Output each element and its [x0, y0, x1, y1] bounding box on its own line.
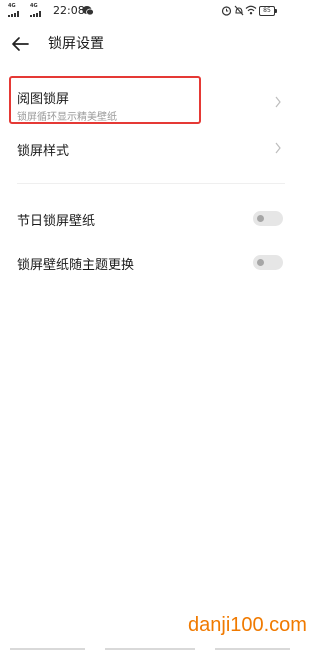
holiday-wallpaper-toggle[interactable] [253, 211, 283, 226]
section-divider [17, 183, 285, 184]
signal-2-label: 4G [30, 3, 38, 9]
battery-icon: 85 [259, 6, 277, 16]
signal-1-icon [8, 11, 19, 17]
app-header: 锁屏设置 [0, 22, 300, 66]
menu-item-title: 锁屏样式 [17, 144, 70, 159]
setting-row-theme-wallpaper: 锁屏壁纸随主题更换 [0, 246, 300, 280]
watermark-text: danji100.com [188, 614, 307, 636]
theme-wallpaper-toggle[interactable] [253, 255, 283, 270]
signal-2-icon [30, 11, 41, 17]
do-not-disturb-icon [234, 5, 244, 16]
toggle-knob [257, 215, 264, 222]
setting-row-holiday-wallpaper: 节日锁屏壁纸 [0, 202, 300, 236]
status-time: 22:08 [53, 4, 85, 17]
chevron-right-icon [275, 142, 281, 154]
wechat-icon [82, 6, 94, 16]
nav-indicator-center [105, 648, 195, 650]
signal-1-label: 4G [8, 3, 16, 9]
toggle-knob [257, 259, 264, 266]
alarm-icon [221, 6, 232, 16]
menu-item-lock-style[interactable]: 锁屏样式 [0, 131, 300, 165]
watermark-logo: danji100.com [188, 612, 307, 638]
nav-indicator-left [10, 648, 85, 650]
nav-indicator-right [215, 648, 290, 650]
highlight-box [9, 76, 201, 124]
chevron-right-icon [275, 96, 281, 108]
status-bar: 4G 4G 22:08 85 [0, 0, 300, 22]
wifi-icon [245, 5, 257, 15]
back-button[interactable] [8, 32, 32, 56]
setting-label: 节日锁屏壁纸 [17, 214, 96, 229]
page-title: 锁屏设置 [48, 36, 104, 52]
battery-level: 85 [263, 7, 271, 14]
setting-label: 锁屏壁纸随主题更换 [17, 258, 135, 273]
